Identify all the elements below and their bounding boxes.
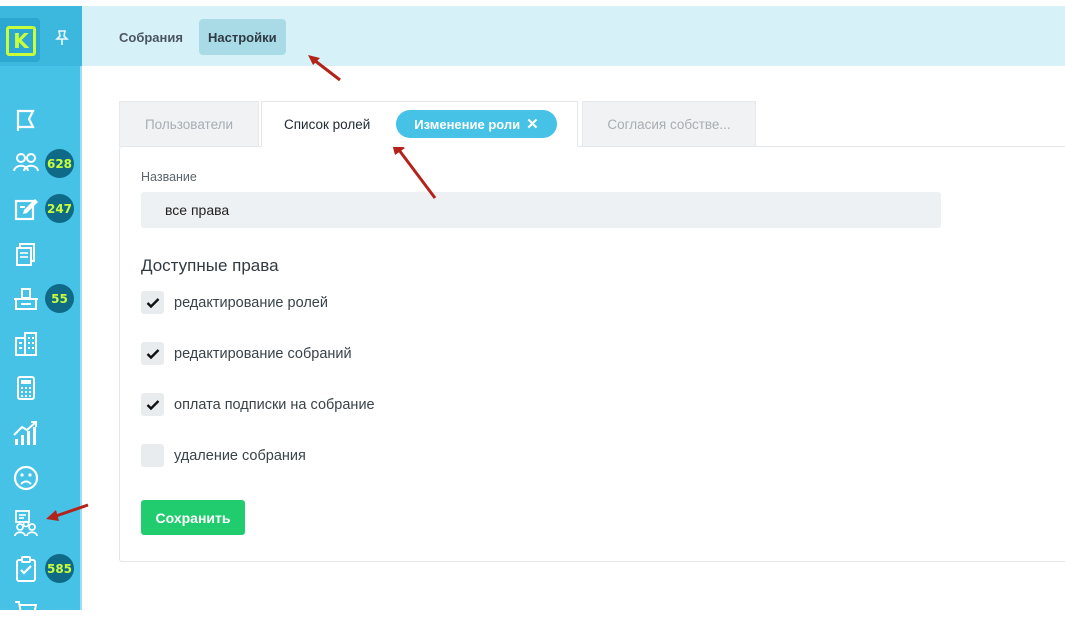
permission-row[interactable]: редактирование собраний [141,342,352,365]
tab-edit-role-label: Изменение роли [414,116,521,132]
clipboard-check-icon[interactable] [12,555,40,583]
role-name-input[interactable] [141,192,941,228]
annotation-arrow-icon [308,55,341,82]
logo-area: K [0,6,82,66]
permission-label: удаление собрания [174,447,306,464]
voting-box-icon[interactable] [12,285,40,313]
app-window: K 628 247 55 585 Собрания Настройки Поль… [0,0,1065,615]
voting-box-badge: 55 [45,284,74,313]
permission-row[interactable]: редактирование ролей [141,291,328,314]
save-button[interactable]: Сохранить [141,500,245,535]
cart-icon[interactable] [12,598,40,626]
permission-row[interactable]: удаление собрания [141,444,306,467]
permission-row[interactable]: оплата подписки на собрание [141,393,375,416]
users-settings-icon[interactable] [12,509,40,537]
permission-checkbox[interactable] [141,291,164,314]
name-label: Название [141,170,197,184]
tab-users[interactable]: Пользователи [119,101,259,147]
checkmark-icon [146,399,159,410]
people-badge: 628 [45,149,74,178]
people-icon[interactable] [12,149,40,177]
clipboard-check-badge: 585 [45,554,74,583]
pin-icon[interactable] [52,28,72,48]
sidebar-edge [80,66,82,610]
annotation-arrow-icon [46,503,89,521]
tab-roles-list-label: Список ролей [284,116,371,132]
permission-checkbox[interactable] [141,393,164,416]
tab-meetings[interactable]: Собрания [110,19,192,55]
close-icon[interactable]: ✕ [526,115,539,133]
checkmark-icon [146,297,159,308]
logo-letter: K [6,26,36,56]
building-icon[interactable] [12,330,40,358]
app-logo[interactable]: K [0,18,40,62]
chart-icon[interactable] [12,419,40,447]
documents-icon[interactable] [12,240,40,268]
flag-icon[interactable] [12,106,40,134]
sad-face-icon[interactable] [12,464,40,492]
permission-label: оплата подписки на собрание [174,396,375,413]
permission-label: редактирование собраний [174,345,352,362]
permission-checkbox[interactable] [141,342,164,365]
edit-document-icon[interactable] [12,195,40,223]
permission-label: редактирование ролей [174,294,328,311]
calculator-icon[interactable] [12,374,40,402]
tab-settings[interactable]: Настройки [199,19,286,55]
top-navigation: Собрания Настройки [82,6,1065,66]
rights-section-title: Доступные права [141,256,279,275]
checkmark-icon [146,348,159,359]
tab-owner-consents[interactable]: Согласия собстве... [582,101,756,147]
permission-checkbox[interactable] [141,444,164,467]
tab-edit-role[interactable]: Изменение роли ✕ [396,110,557,138]
edit-document-badge: 247 [45,194,74,223]
